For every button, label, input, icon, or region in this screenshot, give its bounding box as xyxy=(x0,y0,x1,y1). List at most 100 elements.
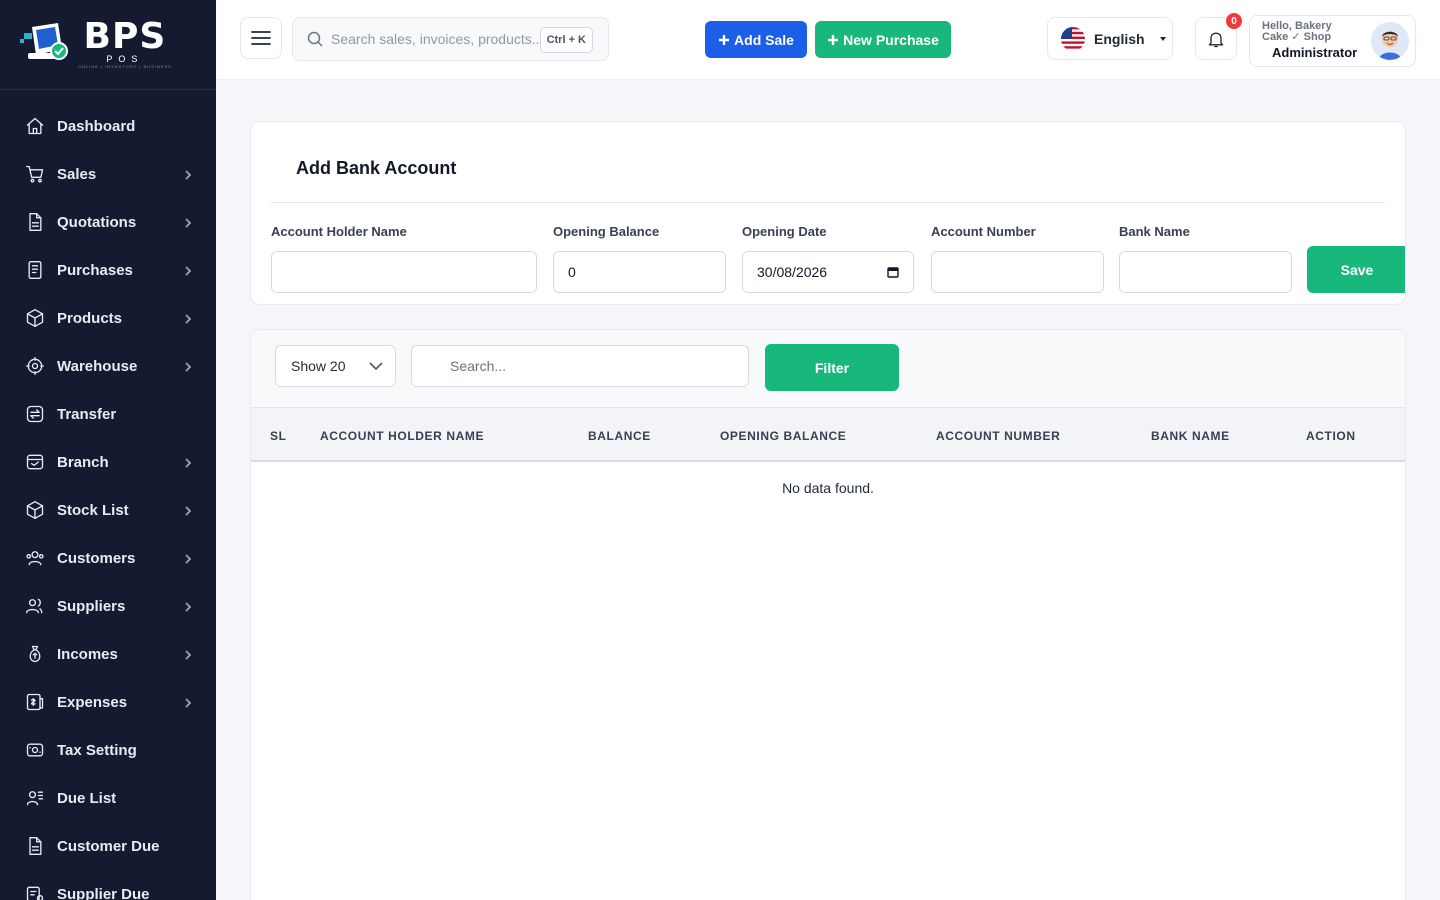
user-menu[interactable]: Hello, Bakery Cake ✓ Shop Administrator xyxy=(1249,15,1416,67)
box-icon xyxy=(24,307,46,329)
opening-date-value: 30/08/2026 xyxy=(757,264,828,280)
brand-sub: POS xyxy=(106,53,144,64)
column-header-action[interactable]: ACTION xyxy=(1306,429,1356,443)
chevron-right-icon xyxy=(182,456,194,468)
chevron-right-icon xyxy=(182,696,194,708)
chevron-down-icon xyxy=(369,362,383,371)
sidebar-item-expenses[interactable]: Expenses xyxy=(0,678,216,726)
user-role: Administrator xyxy=(1272,45,1358,60)
sidebar-item-label: Transfer xyxy=(57,405,117,423)
sidebar-item-tax-setting[interactable]: Tax Setting xyxy=(0,726,216,774)
table-toolbar: Show 20 Filter xyxy=(251,330,1405,407)
sidebar-item-label: Branch xyxy=(57,453,109,471)
filter-button[interactable]: Filter xyxy=(765,344,899,391)
column-header-account-holder-name[interactable]: ACCOUNT HOLDER NAME xyxy=(320,429,484,443)
notification-count-badge: 0 xyxy=(1226,13,1242,29)
page-title: Add Bank Account xyxy=(296,158,457,178)
sidebar-item-incomes[interactable]: Incomes xyxy=(0,630,216,678)
sidebar-item-branch[interactable]: Branch xyxy=(0,438,216,486)
sidebar-item-label: Purchases xyxy=(57,261,133,279)
expense-icon xyxy=(24,691,46,713)
column-header-opening-balance[interactable]: OPENING BALANCE xyxy=(720,429,846,443)
save-button[interactable]: Save xyxy=(1307,246,1405,293)
add-sale-label: Add Sale xyxy=(734,31,794,48)
add-sale-button[interactable]: Add Sale xyxy=(705,21,807,58)
sidebar-item-purchases[interactable]: Purchases xyxy=(0,246,216,294)
sidebar-item-label: Incomes xyxy=(57,645,118,663)
account-holder-name-input[interactable] xyxy=(271,251,537,293)
chevron-right-icon xyxy=(182,312,194,324)
chevron-right-icon xyxy=(182,648,194,660)
page-size-value: Show 20 xyxy=(291,358,346,374)
page-size-select[interactable]: Show 20 xyxy=(275,345,396,387)
global-search[interactable]: Ctrl + K xyxy=(292,17,609,61)
sidebar-item-sales[interactable]: Sales xyxy=(0,150,216,198)
bank-name-input[interactable] xyxy=(1119,251,1292,293)
column-header-account-number[interactable]: ACCOUNT NUMBER xyxy=(936,429,1060,443)
user-greeting: Hello, Bakery Cake ✓ Shop xyxy=(1262,20,1332,43)
sidebar-item-stock-list[interactable]: Stock List xyxy=(0,486,216,534)
transfer-icon xyxy=(24,403,46,425)
supplier-due-icon xyxy=(24,883,46,900)
document-icon xyxy=(24,211,46,233)
stock-icon xyxy=(24,499,46,521)
sidebar-item-label: Suppliers xyxy=(57,597,126,615)
sidebar-item-quotations[interactable]: Quotations xyxy=(0,198,216,246)
add-bank-account-card: Add Bank Account Account Holder Name Ope… xyxy=(250,121,1406,305)
sidebar-item-label: Tax Setting xyxy=(57,741,137,759)
sidebar-item-suppliers[interactable]: Suppliers xyxy=(0,582,216,630)
calendar-icon[interactable] xyxy=(887,266,899,278)
warehouse-icon xyxy=(24,355,46,377)
sidebar-item-label: Quotations xyxy=(57,213,137,231)
chevron-right-icon xyxy=(182,552,194,564)
divider xyxy=(271,202,1385,203)
column-header-sl[interactable]: SL xyxy=(270,429,287,443)
brand-logo[interactable]: BPS POS ONLINE | INVENTORY | BUSINESS xyxy=(0,0,216,90)
sidebar-item-products[interactable]: Products xyxy=(0,294,216,342)
sidebar-item-label: Products xyxy=(57,309,123,327)
sidebar-item-transfer[interactable]: Transfer xyxy=(0,390,216,438)
new-purchase-button[interactable]: New Purchase xyxy=(815,21,951,58)
cart-icon xyxy=(24,163,46,185)
sidebar: BPS POS ONLINE | INVENTORY | BUSINESS Da… xyxy=(0,0,216,900)
notifications-button[interactable]: 0 xyxy=(1195,13,1242,60)
chevron-right-icon xyxy=(182,600,194,612)
brand-tagline: ONLINE | INVENTORY | BUSINESS xyxy=(78,63,172,69)
sidebar-item-label: Customer Due xyxy=(57,837,160,855)
hamburger-menu-button[interactable] xyxy=(240,17,282,59)
account-holder-name-label: Account Holder Name xyxy=(271,224,407,239)
sidebar-item-dashboard[interactable]: Dashboard xyxy=(0,102,216,150)
chevron-right-icon xyxy=(182,168,194,180)
receipt-icon xyxy=(24,259,46,281)
plus-icon xyxy=(719,34,730,45)
column-header-bank-name[interactable]: BANK NAME xyxy=(1151,429,1230,443)
global-search-input[interactable] xyxy=(331,31,541,47)
table-search-input[interactable] xyxy=(411,345,749,387)
opening-date-input[interactable]: 30/08/2026 xyxy=(742,251,914,293)
column-header-balance[interactable]: BALANCE xyxy=(588,429,651,443)
sidebar-item-customer-due[interactable]: Customer Due xyxy=(0,822,216,870)
opening-balance-label: Opening Balance xyxy=(553,224,660,239)
sidebar-item-supplier-due[interactable]: Supplier Due xyxy=(0,870,216,900)
sidebar-item-label: Expenses xyxy=(57,693,128,711)
opening-balance-input[interactable] xyxy=(553,251,726,293)
due-list-icon xyxy=(24,787,46,809)
new-purchase-label: New Purchase xyxy=(843,31,939,48)
language-selector[interactable]: English xyxy=(1047,17,1173,60)
search-icon xyxy=(307,31,323,47)
sidebar-item-label: Due List xyxy=(57,789,117,807)
bank-accounts-table-card: Show 20 Filter SL ACCOUNT HOLDER NAME BA… xyxy=(250,329,1406,900)
money-bag-icon xyxy=(24,643,46,665)
language-label: English xyxy=(1094,30,1145,47)
sidebar-item-label: Stock List xyxy=(57,501,129,519)
sidebar-item-due-list[interactable]: Due List xyxy=(0,774,216,822)
account-number-input[interactable] xyxy=(931,251,1104,293)
sidebar-nav: Dashboard Sales Quotations Purchases Pro… xyxy=(0,90,216,900)
customers-icon xyxy=(24,547,46,569)
table-header: SL ACCOUNT HOLDER NAME BALANCE OPENING B… xyxy=(251,407,1405,462)
sidebar-item-customers[interactable]: Customers xyxy=(0,534,216,582)
home-icon xyxy=(24,115,46,137)
customer-due-icon xyxy=(24,835,46,857)
sidebar-item-warehouse[interactable]: Warehouse xyxy=(0,342,216,390)
sidebar-item-label: Dashboard xyxy=(57,117,136,135)
